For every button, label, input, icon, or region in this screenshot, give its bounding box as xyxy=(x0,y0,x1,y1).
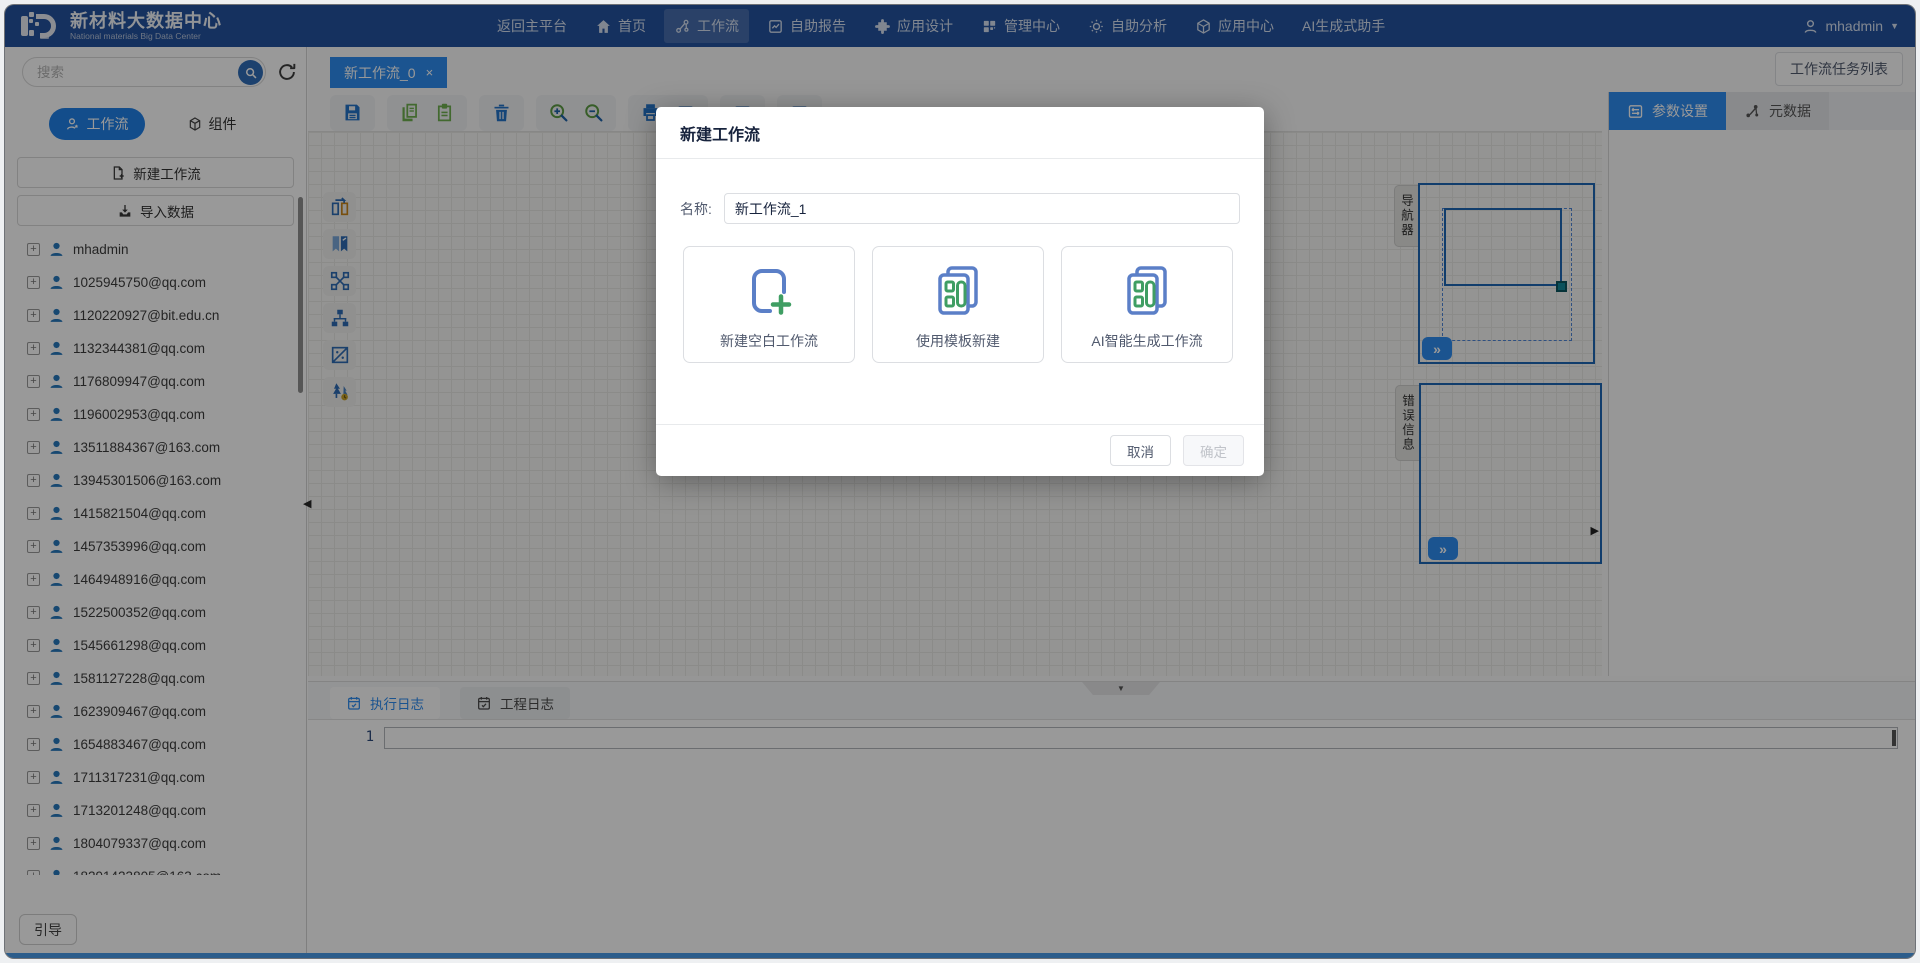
option-card-label: 新建空白工作流 xyxy=(720,331,818,351)
confirm-button[interactable]: 确定 xyxy=(1183,435,1244,466)
workflow-option-cards: 新建空白工作流 使用模板新建 AI智能生成工作流 xyxy=(683,246,1233,363)
template-icon xyxy=(926,259,990,323)
name-label: 名称: xyxy=(680,199,712,219)
cancel-button[interactable]: 取消 xyxy=(1110,435,1171,466)
blank-icon xyxy=(737,259,801,323)
modal-header: 新建工作流 xyxy=(656,107,1264,159)
new-workflow-modal: 新建工作流 名称: 新建空白工作流 使用模板新建 AI智能生成工 xyxy=(656,107,1264,476)
option-card-label: 使用模板新建 xyxy=(916,331,1000,351)
workflow-option-card[interactable]: 使用模板新建 xyxy=(872,246,1044,363)
workflow-option-card[interactable]: AI智能生成工作流 xyxy=(1061,246,1233,363)
option-card-label: AI智能生成工作流 xyxy=(1091,331,1202,351)
template-icon xyxy=(1115,259,1179,323)
name-row: 名称: xyxy=(680,193,1240,224)
modal-title: 新建工作流 xyxy=(680,121,760,145)
workflow-option-card[interactable]: 新建空白工作流 xyxy=(683,246,855,363)
modal-footer: 取消 确定 xyxy=(656,424,1264,476)
workflow-name-input[interactable] xyxy=(724,193,1240,224)
